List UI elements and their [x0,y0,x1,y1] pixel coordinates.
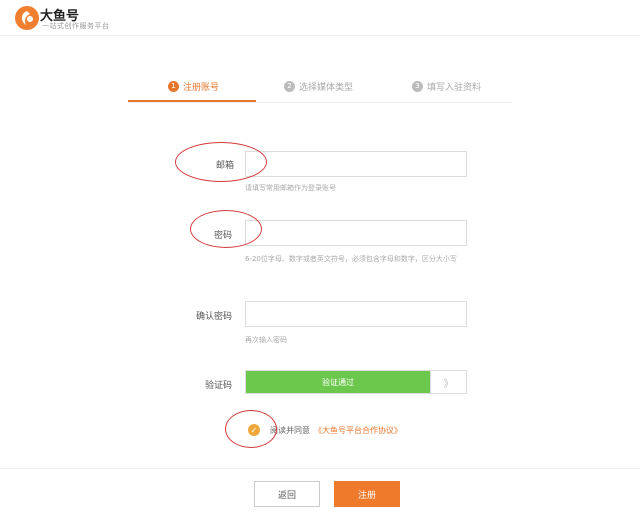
step-number: 3 [412,80,423,92]
step-label: 注册账号 [183,82,220,93]
step-number: 2 [284,80,295,92]
step-label: 选择媒体类型 [299,82,354,93]
email-hint: 请填写常用邮箱作为登录账号 [245,184,336,192]
fish-logo-icon [15,6,39,30]
logo-slogan: 一站式创作服务平台 [42,22,110,30]
captcha-status: 验证通过 [246,371,430,393]
captcha-label: 验证码 [204,381,232,391]
annotation-circle-email [175,142,267,182]
header: 大鱼号 一站式创作服务平台 [0,0,640,36]
step-label: 填写入驻资料 [427,82,482,93]
slider-handle[interactable]: 》 [430,371,466,393]
confirm-password-field[interactable] [245,301,467,327]
captcha-slider[interactable]: 验证通过 》 [245,370,467,394]
step-indicator: 1 注册账号 2 选择媒体类型 3 填写入驻资料 [128,70,512,102]
double-chevron-right-icon: 》 [443,378,454,390]
register-button[interactable]: 注册 [334,481,400,507]
back-button[interactable]: 返回 [254,481,320,507]
confirm-password-label: 确认密码 [195,312,232,322]
steps-divider [128,102,512,103]
email-field[interactable] [245,151,467,177]
footer-divider [0,468,640,469]
password-hint: 6-20位字母、数字或者英文符号，必须包含字母和数字，区分大小写 [245,255,457,263]
confirm-password-hint: 再次输入密码 [245,336,287,344]
annotation-circle-password [190,210,262,248]
password-field[interactable] [245,220,467,246]
annotation-circle-checkbox [225,410,277,448]
step-select-media-type: 2 选择媒体类型 [284,70,353,102]
step-fill-profile: 3 填写入驻资料 [412,70,481,102]
agreement-link[interactable]: 《大鱼号平台合作协议》 [314,425,402,436]
step-register-account: 1 注册账号 [168,70,219,102]
step-number: 1 [168,80,179,92]
